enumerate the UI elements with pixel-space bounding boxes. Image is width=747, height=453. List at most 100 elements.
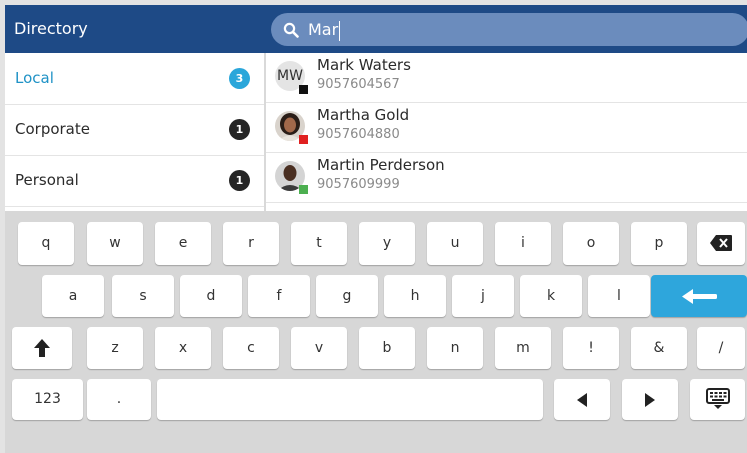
key-e[interactable]: e xyxy=(155,222,211,265)
count-badge: 1 xyxy=(229,170,250,191)
count-badge: 3 xyxy=(229,68,250,89)
directory-screen: Directory Mar Local 3 Corporate 1 Person… xyxy=(5,5,747,453)
count-badge: 1 xyxy=(229,119,250,140)
key-l[interactable]: l xyxy=(588,275,650,317)
key-t[interactable]: t xyxy=(291,222,347,265)
key-label: b xyxy=(382,340,392,356)
key-label: f xyxy=(276,288,282,304)
key-label: c xyxy=(247,340,255,356)
key-label: w xyxy=(109,235,121,251)
key-m[interactable]: m xyxy=(495,327,551,369)
key-label: . xyxy=(116,391,122,407)
numbers-key[interactable]: 123 xyxy=(12,379,83,420)
left-arrow-icon xyxy=(577,393,587,407)
key-label: n xyxy=(450,340,460,356)
key-label: m xyxy=(516,340,530,356)
key-label: e xyxy=(178,235,188,251)
category-local[interactable]: Local 3 xyxy=(5,53,264,105)
key-slash[interactable]: / xyxy=(697,327,745,369)
category-label: Personal xyxy=(15,171,79,189)
key-x[interactable]: x xyxy=(155,327,211,369)
key-label: x xyxy=(178,340,188,356)
key-label: r xyxy=(248,235,254,251)
key-label: g xyxy=(342,288,352,304)
search-input[interactable]: Mar xyxy=(271,13,747,46)
shift-arrow-icon xyxy=(34,339,50,357)
key-label: y xyxy=(382,235,392,251)
enter-icon xyxy=(682,289,717,304)
key-a[interactable]: a xyxy=(42,275,104,317)
key-h[interactable]: h xyxy=(384,275,446,317)
right-arrow-icon xyxy=(645,393,655,407)
key-z[interactable]: z xyxy=(87,327,143,369)
backspace-key[interactable] xyxy=(697,222,745,265)
search-icon xyxy=(283,22,299,38)
key-s[interactable]: s xyxy=(112,275,174,317)
key-c[interactable]: c xyxy=(223,327,279,369)
key-o[interactable]: o xyxy=(563,222,619,265)
key-y[interactable]: y xyxy=(359,222,415,265)
key-label: t xyxy=(316,235,322,251)
contact-row[interactable]: MW Mark Waters 9057604567 xyxy=(266,53,747,103)
contact-number: 9057609999 xyxy=(317,177,400,192)
key-v[interactable]: v xyxy=(291,327,347,369)
key-label: a xyxy=(68,288,78,304)
hide-keyboard-key[interactable] xyxy=(690,379,745,420)
key-period[interactable]: . xyxy=(87,379,151,420)
key-label: i xyxy=(521,235,525,251)
key-f[interactable]: f xyxy=(248,275,310,317)
key-label: h xyxy=(410,288,420,304)
key-label: q xyxy=(41,235,51,251)
header-bar: Directory Mar xyxy=(5,5,747,53)
key-g[interactable]: g xyxy=(316,275,378,317)
backspace-icon xyxy=(710,235,732,251)
key-b[interactable]: b xyxy=(359,327,415,369)
key-label: k xyxy=(546,288,556,304)
contact-number: 9057604567 xyxy=(317,77,400,92)
category-list: Local 3 Corporate 1 Personal 1 xyxy=(5,53,264,211)
key-d[interactable]: d xyxy=(180,275,242,317)
cursor-right-key[interactable] xyxy=(622,379,678,420)
key-exclamation[interactable]: ! xyxy=(563,327,619,369)
contact-row[interactable]: Martha Gold 9057604880 xyxy=(266,103,747,153)
key-label: l xyxy=(617,288,621,304)
key-r[interactable]: r xyxy=(223,222,279,265)
key-j[interactable]: j xyxy=(452,275,514,317)
contact-list: MW Mark Waters 9057604567 Martha Gold 90… xyxy=(266,53,747,211)
key-q[interactable]: q xyxy=(18,222,74,265)
contact-row[interactable]: Martin Perderson 9057609999 xyxy=(266,153,747,203)
key-label: & xyxy=(653,340,665,356)
cursor-left-key[interactable] xyxy=(554,379,610,420)
page-title: Directory xyxy=(14,19,88,38)
key-label: d xyxy=(206,288,216,304)
text-cursor xyxy=(339,20,341,41)
presence-status-icon xyxy=(299,185,308,194)
key-u[interactable]: u xyxy=(427,222,483,265)
key-n[interactable]: n xyxy=(427,327,483,369)
shift-key[interactable] xyxy=(12,327,72,369)
category-label: Corporate xyxy=(15,120,90,138)
space-bar[interactable] xyxy=(157,379,543,420)
contact-name: Martin Perderson xyxy=(317,156,445,174)
key-label: / xyxy=(718,340,724,356)
key-label: p xyxy=(654,235,664,251)
key-label: u xyxy=(450,235,460,251)
key-i[interactable]: i xyxy=(495,222,551,265)
key-label: j xyxy=(481,288,485,304)
contact-number: 9057604880 xyxy=(317,127,400,142)
key-label: v xyxy=(314,340,324,356)
contact-name: Mark Waters xyxy=(317,56,411,74)
key-label: s xyxy=(139,288,147,304)
search-value: Mar xyxy=(308,13,341,46)
key-p[interactable]: p xyxy=(631,222,687,265)
key-ampersand[interactable]: & xyxy=(631,327,687,369)
key-label: z xyxy=(111,340,119,356)
key-w[interactable]: w xyxy=(87,222,143,265)
category-personal[interactable]: Personal 1 xyxy=(5,155,264,207)
key-k[interactable]: k xyxy=(520,275,582,317)
enter-key[interactable] xyxy=(651,275,747,317)
key-label: o xyxy=(586,235,596,251)
key-label: 123 xyxy=(34,391,61,407)
presence-status-icon xyxy=(299,85,308,94)
category-corporate[interactable]: Corporate 1 xyxy=(5,104,264,156)
